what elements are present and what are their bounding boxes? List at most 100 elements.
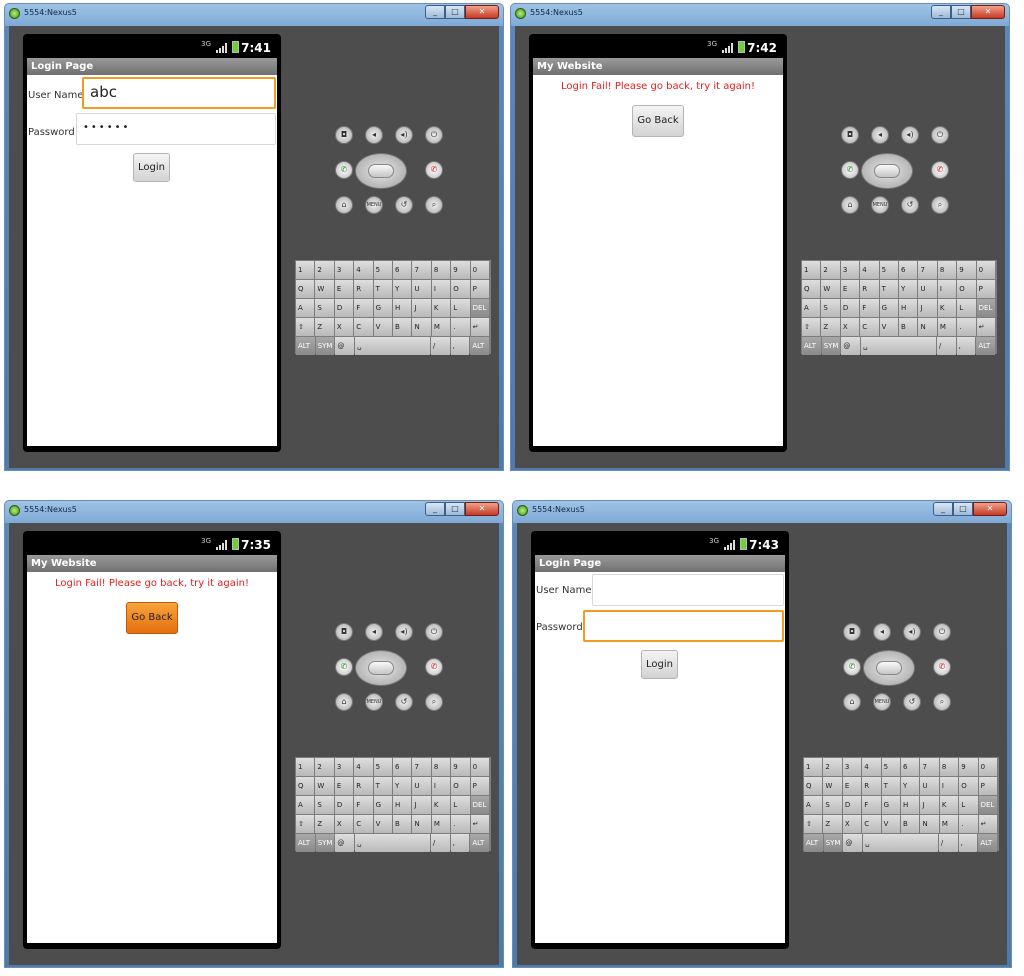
key[interactable]: S bbox=[823, 796, 842, 814]
key[interactable]: 8 bbox=[431, 758, 451, 776]
key[interactable]: P bbox=[978, 777, 998, 795]
key[interactable]: 9 bbox=[451, 261, 470, 279]
back-icon[interactable]: ↺ bbox=[903, 693, 921, 711]
end-call-icon[interactable]: ✆ bbox=[931, 161, 949, 179]
key[interactable]: Z bbox=[315, 815, 334, 833]
maximize-button[interactable]: □ bbox=[951, 5, 971, 19]
key[interactable]: B bbox=[393, 318, 412, 336]
key[interactable]: A bbox=[296, 796, 315, 814]
delete-key[interactable]: DEL bbox=[470, 796, 490, 814]
key[interactable]: O bbox=[451, 777, 470, 795]
menu-button[interactable]: MENU bbox=[365, 693, 383, 711]
minimize-button[interactable]: _ bbox=[933, 502, 953, 516]
sym-key[interactable]: SYM bbox=[315, 337, 335, 355]
key[interactable]: 0 bbox=[978, 758, 998, 776]
back-icon[interactable]: ↺ bbox=[395, 196, 413, 214]
enter-key[interactable]: ↵ bbox=[976, 318, 996, 336]
key[interactable]: Y bbox=[901, 777, 920, 795]
call-icon[interactable]: ✆ bbox=[335, 658, 353, 676]
end-call-icon[interactable]: ✆ bbox=[933, 658, 951, 676]
key[interactable]: K bbox=[939, 796, 959, 814]
key[interactable]: L bbox=[451, 796, 470, 814]
go-back-button[interactable]: Go Back bbox=[632, 105, 684, 137]
key[interactable]: I bbox=[937, 280, 957, 298]
key[interactable]: H bbox=[393, 299, 412, 317]
key[interactable]: R bbox=[354, 777, 373, 795]
close-button[interactable]: ✕ bbox=[973, 502, 1007, 516]
shift-key[interactable]: ⇧ bbox=[804, 815, 823, 833]
key[interactable]: B bbox=[393, 815, 412, 833]
key[interactable]: Z bbox=[823, 815, 842, 833]
key[interactable]: 6 bbox=[901, 758, 920, 776]
call-icon[interactable]: ✆ bbox=[841, 161, 859, 179]
key[interactable]: D bbox=[840, 299, 860, 317]
key[interactable]: E bbox=[334, 777, 354, 795]
key[interactable]: / bbox=[938, 834, 958, 852]
key[interactable]: X bbox=[842, 815, 862, 833]
close-button[interactable]: ✕ bbox=[971, 5, 1005, 19]
space-key[interactable]: ␣ bbox=[863, 834, 938, 852]
key[interactable]: , bbox=[450, 337, 470, 355]
key[interactable]: G bbox=[881, 796, 901, 814]
key[interactable]: W bbox=[315, 777, 334, 795]
sym-key[interactable]: SYM bbox=[823, 834, 843, 852]
key[interactable]: T bbox=[373, 280, 393, 298]
key[interactable]: U bbox=[920, 777, 939, 795]
key[interactable]: R bbox=[862, 777, 881, 795]
key[interactable]: O bbox=[957, 280, 976, 298]
key[interactable]: Y bbox=[393, 777, 412, 795]
key[interactable]: X bbox=[840, 318, 860, 336]
space-key[interactable]: ␣ bbox=[861, 337, 936, 355]
volume-down-icon[interactable]: ◂ bbox=[365, 126, 383, 144]
key[interactable]: 5 bbox=[373, 758, 393, 776]
key[interactable]: U bbox=[412, 280, 431, 298]
login-button[interactable]: Login bbox=[133, 153, 170, 182]
key[interactable]: F bbox=[862, 796, 881, 814]
space-key[interactable]: ␣ bbox=[355, 834, 430, 852]
shift-key[interactable]: ⇧ bbox=[802, 318, 821, 336]
key[interactable]: 9 bbox=[451, 758, 470, 776]
key[interactable]: D bbox=[334, 796, 354, 814]
key[interactable]: 0 bbox=[470, 758, 490, 776]
key[interactable]: K bbox=[431, 299, 451, 317]
home-icon[interactable]: ⌂ bbox=[335, 196, 353, 214]
key[interactable]: @ bbox=[335, 337, 355, 355]
key[interactable]: F bbox=[354, 796, 373, 814]
key[interactable]: I bbox=[431, 280, 451, 298]
key[interactable]: G bbox=[373, 796, 393, 814]
call-icon[interactable]: ✆ bbox=[335, 161, 353, 179]
key[interactable]: 6 bbox=[393, 261, 412, 279]
key[interactable]: M bbox=[937, 318, 957, 336]
key[interactable]: F bbox=[354, 299, 373, 317]
shift-key[interactable]: ⇧ bbox=[296, 318, 315, 336]
enter-key[interactable]: ↵ bbox=[470, 815, 490, 833]
key[interactable]: 1 bbox=[296, 261, 315, 279]
menu-button[interactable]: MENU bbox=[871, 196, 889, 214]
window-titlebar[interactable]: 5554:Nexus5 _ □ ✕ bbox=[511, 4, 1009, 24]
key[interactable]: W bbox=[315, 280, 334, 298]
window-titlebar[interactable]: 5554:Nexus5 _ □ ✕ bbox=[513, 501, 1011, 521]
key[interactable]: C bbox=[354, 318, 373, 336]
end-call-icon[interactable]: ✆ bbox=[425, 161, 443, 179]
key[interactable]: Q bbox=[802, 280, 821, 298]
key[interactable]: A bbox=[804, 796, 823, 814]
dpad-center-button[interactable] bbox=[874, 164, 900, 178]
key[interactable]: P bbox=[976, 280, 996, 298]
key[interactable]: U bbox=[918, 280, 937, 298]
key[interactable]: 4 bbox=[354, 261, 373, 279]
key[interactable]: S bbox=[315, 796, 334, 814]
key[interactable]: A bbox=[802, 299, 821, 317]
key[interactable]: T bbox=[879, 280, 899, 298]
back-icon[interactable]: ↺ bbox=[901, 196, 919, 214]
close-button[interactable]: ✕ bbox=[465, 502, 499, 516]
key[interactable]: / bbox=[430, 337, 450, 355]
key[interactable]: 6 bbox=[393, 758, 412, 776]
key[interactable]: E bbox=[334, 280, 354, 298]
key[interactable]: X bbox=[334, 318, 354, 336]
dpad[interactable] bbox=[355, 650, 407, 686]
key[interactable]: H bbox=[899, 299, 918, 317]
key[interactable]: 6 bbox=[899, 261, 918, 279]
camera-icon[interactable]: ◘ bbox=[843, 623, 861, 641]
key[interactable]: @ bbox=[335, 834, 355, 852]
key[interactable]: K bbox=[937, 299, 957, 317]
